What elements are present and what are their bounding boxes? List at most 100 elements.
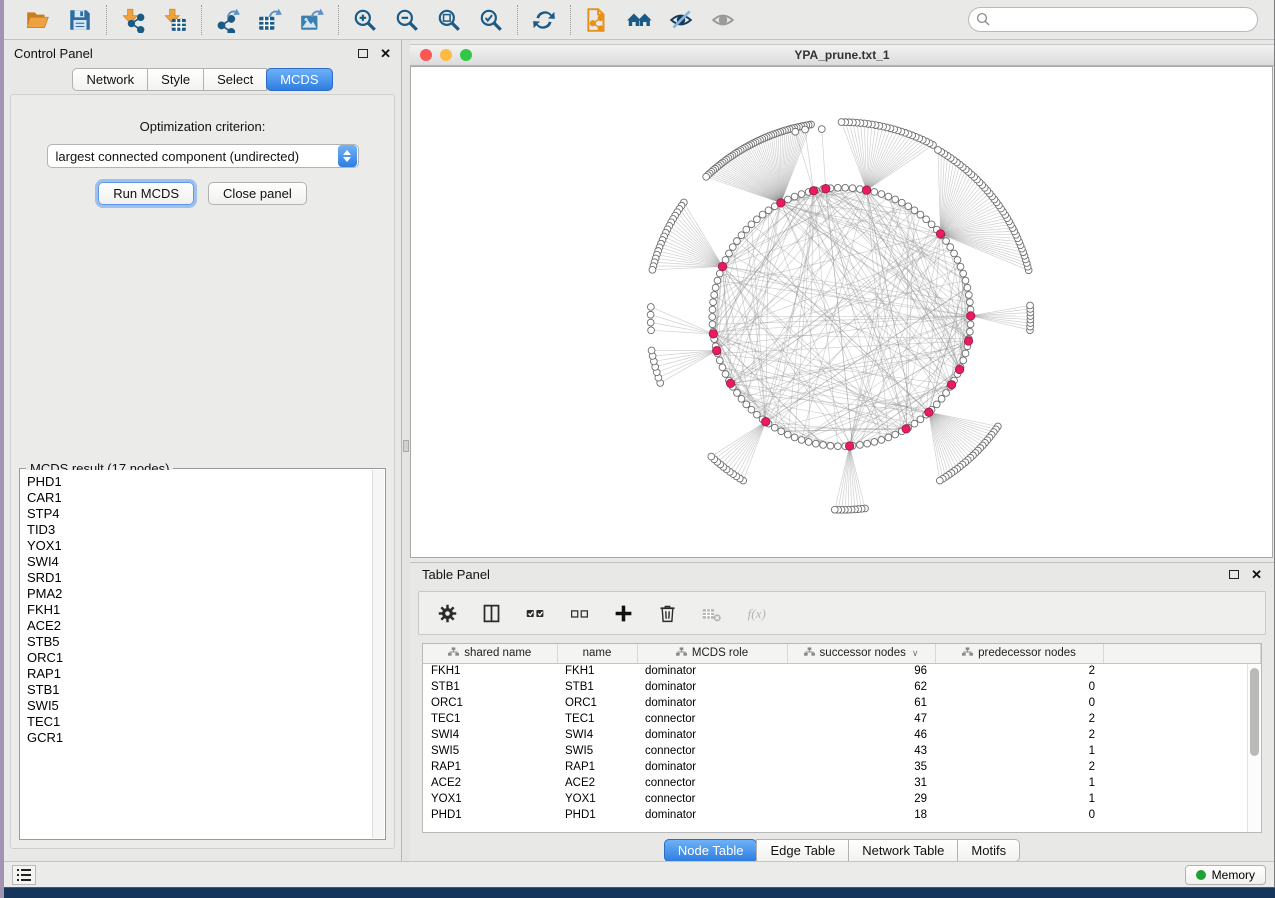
- export-network-button[interactable]: [214, 6, 242, 34]
- graph-node[interactable]: [885, 193, 892, 200]
- graph-dominator-node[interactable]: [947, 381, 955, 389]
- graph-leaf-node[interactable]: [838, 119, 845, 126]
- table-scrollbar[interactable]: [1247, 664, 1261, 832]
- zoom-out-button[interactable]: [393, 6, 421, 34]
- table-scrollbar-thumb[interactable]: [1250, 668, 1259, 756]
- table-cell[interactable]: 0: [935, 807, 1103, 823]
- graph-leaf-node[interactable]: [802, 126, 809, 133]
- graph-leaf-node[interactable]: [831, 506, 838, 513]
- mcds-result-item[interactable]: PMA2: [27, 586, 366, 602]
- graph-node[interactable]: [778, 428, 785, 435]
- graph-leaf-node[interactable]: [936, 477, 943, 484]
- table-cell[interactable]: SWI4: [557, 727, 637, 743]
- table-cell[interactable]: 31: [787, 775, 935, 791]
- graph-node[interactable]: [798, 191, 805, 198]
- graph-node[interactable]: [905, 203, 912, 210]
- graph-node[interactable]: [748, 406, 755, 413]
- graph-dominator-node[interactable]: [822, 185, 830, 193]
- graph-node[interactable]: [911, 420, 918, 427]
- first-neighbors-button[interactable]: [625, 6, 653, 34]
- hide-selected-button[interactable]: [667, 6, 695, 34]
- close-window-icon[interactable]: [420, 49, 432, 61]
- table-cell[interactable]: PHD1: [557, 807, 637, 823]
- graph-node[interactable]: [709, 314, 716, 321]
- graph-leaf-node[interactable]: [708, 453, 715, 460]
- graph-node[interactable]: [827, 442, 834, 449]
- tab-edge-table[interactable]: Edge Table: [756, 839, 849, 862]
- table-cell[interactable]: 0: [935, 679, 1103, 695]
- graph-node[interactable]: [878, 191, 885, 198]
- tab-network[interactable]: Network: [72, 68, 148, 91]
- graph-leaf-node[interactable]: [648, 347, 655, 354]
- graph-node[interactable]: [842, 184, 849, 191]
- close-table-panel-icon[interactable]: ✕: [1251, 568, 1262, 581]
- graph-node[interactable]: [784, 196, 791, 203]
- graph-node[interactable]: [892, 431, 899, 438]
- graph-node[interactable]: [729, 244, 736, 251]
- table-row[interactable]: FKH1FKH1dominator962: [423, 663, 1261, 679]
- graph-node[interactable]: [765, 207, 772, 214]
- graph-node[interactable]: [726, 250, 733, 257]
- run-mcds-button[interactable]: Run MCDS: [98, 182, 194, 205]
- graph-node[interactable]: [954, 257, 961, 264]
- table-cell[interactable]: STB1: [557, 679, 637, 695]
- graph-node[interactable]: [714, 277, 721, 284]
- table-cell[interactable]: 1: [935, 743, 1103, 759]
- graph-leaf-node[interactable]: [647, 304, 654, 311]
- graph-leaf-node[interactable]: [1027, 302, 1034, 309]
- table-row[interactable]: ACE2ACE2connector311: [423, 775, 1261, 791]
- graph-node[interactable]: [951, 250, 958, 257]
- save-session-button[interactable]: [66, 6, 94, 34]
- table-row[interactable]: RAP1RAP1dominator352: [423, 759, 1261, 775]
- table-cell[interactable]: FKH1: [557, 663, 637, 679]
- table-cell[interactable]: FKH1: [423, 663, 557, 679]
- graph-node[interactable]: [791, 434, 798, 441]
- add-column-button[interactable]: [611, 601, 635, 625]
- table-cell[interactable]: 47: [787, 711, 935, 727]
- table-row[interactable]: STB1STB1dominator620: [423, 679, 1261, 695]
- table-cell[interactable]: TEC1: [557, 711, 637, 727]
- table-cell[interactable]: 43: [787, 743, 935, 759]
- table-cell[interactable]: SWI5: [423, 743, 557, 759]
- table-cell[interactable]: connector: [637, 743, 787, 759]
- table-cell[interactable]: 18: [787, 807, 935, 823]
- table-row[interactable]: PHD1PHD1dominator180: [423, 807, 1261, 823]
- graph-node[interactable]: [805, 439, 812, 446]
- graph-node[interactable]: [928, 221, 935, 228]
- network-from-selection-button[interactable]: [583, 6, 611, 34]
- graph-node[interactable]: [712, 284, 719, 291]
- graph-node[interactable]: [834, 184, 841, 191]
- table-cell[interactable]: 1: [935, 791, 1103, 807]
- graph-node[interactable]: [960, 357, 967, 364]
- graph-node[interactable]: [734, 390, 741, 397]
- table-cell[interactable]: 2: [935, 727, 1103, 743]
- graph-node[interactable]: [892, 196, 899, 203]
- graph-node[interactable]: [709, 306, 716, 313]
- table-cell[interactable]: dominator: [637, 759, 787, 775]
- close-panel-icon[interactable]: ✕: [380, 47, 391, 60]
- graph-dominator-node[interactable]: [713, 346, 721, 354]
- table-cell[interactable]: 29: [787, 791, 935, 807]
- graph-node[interactable]: [753, 411, 760, 418]
- export-image-button[interactable]: [298, 6, 326, 34]
- graph-leaf-node[interactable]: [792, 128, 799, 135]
- column-header-name[interactable]: name: [557, 644, 637, 663]
- graph-node[interactable]: [898, 199, 905, 206]
- graph-leaf-node[interactable]: [818, 126, 825, 133]
- graph-node[interactable]: [871, 439, 878, 446]
- mcds-result-item[interactable]: SWI4: [27, 554, 366, 570]
- deselect-all-button[interactable]: [567, 601, 591, 625]
- maximize-window-icon[interactable]: [460, 49, 472, 61]
- graph-node[interactable]: [759, 211, 766, 218]
- column-header-successor-nodes[interactable]: successor nodes∨: [787, 644, 935, 663]
- mcds-result-item[interactable]: STB1: [27, 682, 366, 698]
- graph-node[interactable]: [885, 434, 892, 441]
- table-cell[interactable]: ACE2: [423, 775, 557, 791]
- graph-node[interactable]: [965, 292, 972, 299]
- delete-column-button[interactable]: [655, 601, 679, 625]
- graph-node[interactable]: [938, 395, 945, 402]
- mcds-list-scrollbar[interactable]: [372, 470, 384, 838]
- graph-node[interactable]: [911, 207, 918, 214]
- gear-button[interactable]: [435, 601, 459, 625]
- mcds-result-item[interactable]: CAR1: [27, 490, 366, 506]
